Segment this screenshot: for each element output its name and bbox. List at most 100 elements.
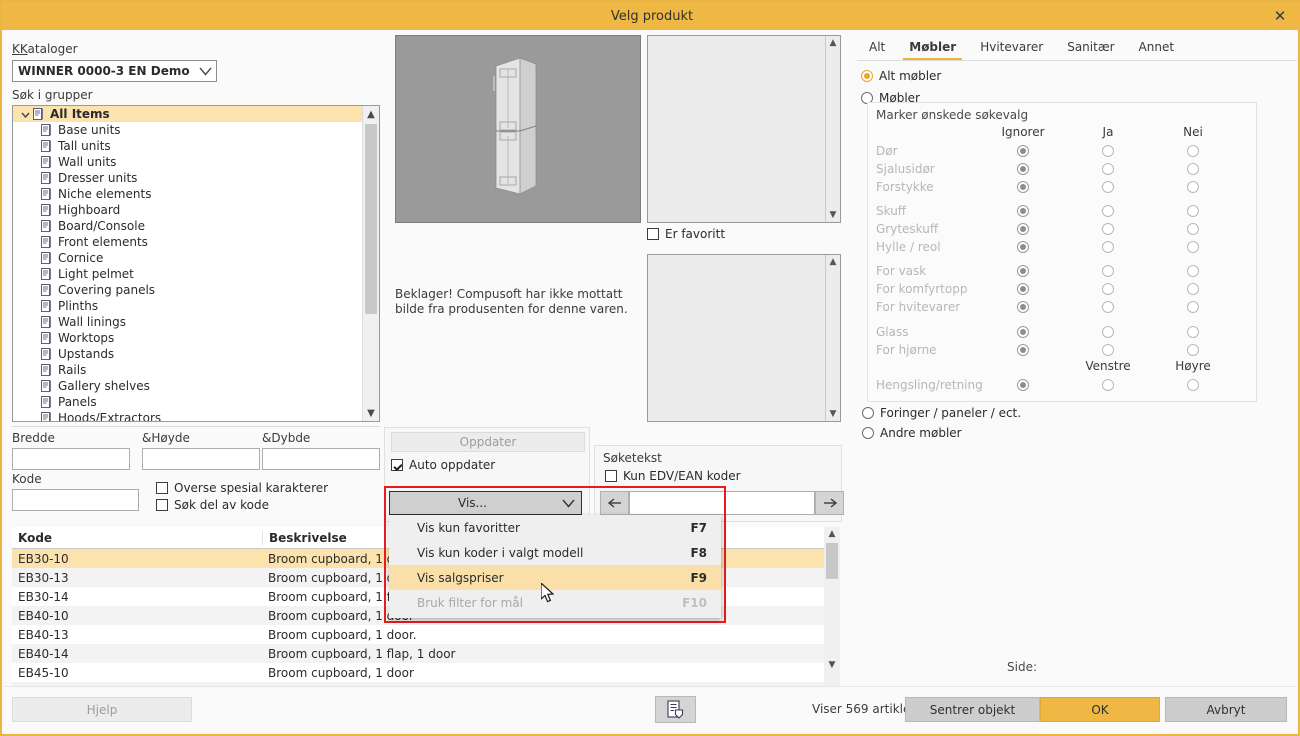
tree-item[interactable]: Wall linings (13, 314, 363, 330)
criteria-radio-nei[interactable] (1187, 326, 1199, 338)
criteria-radio-ignorer[interactable] (1017, 163, 1029, 175)
tree-item[interactable]: Rails (13, 362, 363, 378)
is-favourite-checkbox[interactable]: Er favoritt (647, 227, 725, 241)
ok-button[interactable]: OK (1040, 697, 1160, 722)
partial-code-search-checkbox[interactable]: Søk del av kode (156, 498, 328, 512)
criteria-radio-ignorer[interactable] (1017, 265, 1029, 277)
radio-linings[interactable]: Foringer / paneler / ect. (862, 406, 1021, 420)
scroll-down-icon[interactable]: ▼ (363, 405, 379, 421)
auto-update-checkbox[interactable]: Auto oppdater (391, 458, 495, 472)
criteria-radio-ignorer[interactable] (1017, 283, 1029, 295)
tab-annet[interactable]: Annet (1127, 38, 1187, 60)
criteria-radio-ignorer[interactable] (1017, 344, 1029, 356)
hinge-radio[interactable] (1102, 379, 1114, 391)
hinge-radio[interactable] (1017, 379, 1029, 391)
criteria-radio-ja[interactable] (1102, 344, 1114, 356)
criteria-radio-ja[interactable] (1102, 301, 1114, 313)
criteria-radio-ja[interactable] (1102, 283, 1114, 295)
tree-item[interactable]: Upstands (13, 346, 363, 362)
criteria-radio-ja[interactable] (1102, 205, 1114, 217)
radio-all-furniture[interactable]: Alt møbler (861, 69, 1297, 83)
scroll-up-icon[interactable]: ▲ (363, 106, 379, 122)
edv-ean-only-checkbox[interactable]: Kun EDV/EAN koder (605, 469, 741, 483)
ignore-special-chars-checkbox[interactable]: Overse spesial karakterer (156, 481, 328, 495)
property-list-top[interactable]: ▲ ▼ (647, 35, 841, 223)
close-icon[interactable]: ✕ (1258, 2, 1300, 30)
property-list-top-scrollbar[interactable]: ▲ ▼ (825, 36, 840, 222)
tree-item[interactable]: Covering panels (13, 282, 363, 298)
scroll-down-icon[interactable]: ▼ (824, 660, 840, 670)
criteria-radio-nei[interactable] (1187, 223, 1199, 235)
criteria-radio-ja[interactable] (1102, 265, 1114, 277)
help-button[interactable]: Hjelp (12, 697, 192, 722)
scroll-up-icon[interactable]: ▲ (824, 527, 840, 541)
search-prev-button[interactable] (600, 491, 629, 515)
tree-item[interactable]: Plinths (13, 298, 363, 314)
scroll-down-icon[interactable]: ▼ (826, 407, 840, 421)
criteria-radio-ja[interactable] (1102, 145, 1114, 157)
table-row[interactable]: EB45-10 Broom cupboard, 1 door (12, 663, 840, 682)
tree-item[interactable]: Gallery shelves (13, 378, 363, 394)
criteria-radio-ja[interactable] (1102, 181, 1114, 193)
criteria-radio-nei[interactable] (1187, 265, 1199, 277)
criteria-radio-nei[interactable] (1187, 145, 1199, 157)
catalog-select[interactable]: WINNER 0000-3 EN Demo (12, 60, 217, 82)
property-list-bottom-scrollbar[interactable]: ▲ ▼ (825, 255, 840, 421)
width-input[interactable] (12, 448, 130, 470)
update-button[interactable]: Oppdater (391, 432, 585, 452)
scrollbar-thumb[interactable] (826, 543, 838, 579)
search-next-button[interactable] (815, 491, 844, 515)
tree-item[interactable]: Front elements (13, 234, 363, 250)
tree-item[interactable]: Board/Console (13, 218, 363, 234)
table-row[interactable]: EB40-13 Broom cupboard, 1 door. (12, 625, 840, 644)
criteria-radio-ignorer[interactable] (1017, 223, 1029, 235)
tree-item[interactable]: Wall units (13, 154, 363, 170)
criteria-radio-ja[interactable] (1102, 223, 1114, 235)
cancel-button[interactable]: Avbryt (1165, 697, 1287, 722)
criteria-radio-ignorer[interactable] (1017, 145, 1029, 157)
tab-alt[interactable]: Alt (857, 38, 897, 60)
criteria-radio-nei[interactable] (1187, 241, 1199, 253)
center-object-button[interactable]: Sentrer objekt (905, 697, 1040, 722)
menu-item[interactable]: Vis kun favoritter F7 (389, 515, 721, 540)
tab-møbler[interactable]: Møbler (897, 38, 968, 60)
product-preview[interactable] (395, 35, 641, 223)
criteria-radio-nei[interactable] (1187, 344, 1199, 356)
criteria-radio-ignorer[interactable] (1017, 205, 1029, 217)
criteria-radio-nei[interactable] (1187, 205, 1199, 217)
tree-item[interactable]: Dresser units (13, 170, 363, 186)
criteria-radio-nei[interactable] (1187, 283, 1199, 295)
radio-other-furniture[interactable]: Andre møbler (862, 426, 962, 440)
table-row[interactable]: EB40-14 Broom cupboard, 1 flap, 1 door (12, 644, 840, 663)
search-input[interactable] (629, 491, 815, 515)
tree-item[interactable]: Cornice (13, 250, 363, 266)
scroll-up-icon[interactable]: ▲ (826, 36, 840, 50)
tree-item[interactable]: Worktops (13, 330, 363, 346)
criteria-radio-nei[interactable] (1187, 181, 1199, 193)
criteria-radio-ja[interactable] (1102, 163, 1114, 175)
criteria-radio-ignorer[interactable] (1017, 181, 1029, 193)
height-input[interactable] (142, 448, 260, 470)
tree-item[interactable]: Base units (13, 122, 363, 138)
scrollbar-thumb[interactable] (365, 124, 377, 314)
scroll-down-icon[interactable]: ▼ (826, 208, 840, 222)
tree-item[interactable]: Light pelmet (13, 266, 363, 282)
code-input[interactable] (12, 489, 139, 511)
criteria-radio-nei[interactable] (1187, 163, 1199, 175)
criteria-radio-ignorer[interactable] (1017, 301, 1029, 313)
tab-sanitær[interactable]: Sanitær (1055, 38, 1126, 60)
criteria-radio-ignorer[interactable] (1017, 241, 1029, 253)
tree-item[interactable]: Highboard (13, 202, 363, 218)
menu-item[interactable]: Vis kun koder i valgt modell F8 (389, 540, 721, 565)
property-list-bottom[interactable]: ▲ ▼ (647, 254, 841, 422)
criteria-radio-ja[interactable] (1102, 326, 1114, 338)
category-tabs[interactable]: Alt Møbler Hvitevarer Sanitær Annet (857, 32, 1297, 61)
table-scrollbar[interactable]: ▲ ▼ (824, 527, 840, 686)
tab-hvitevarer[interactable]: Hvitevarer (968, 38, 1055, 60)
hinge-radio[interactable] (1187, 379, 1199, 391)
tree-item[interactable]: All Items (13, 106, 363, 122)
tree-item[interactable]: Panels (13, 394, 363, 410)
criteria-radio-ignorer[interactable] (1017, 326, 1029, 338)
vis-dropdown-button[interactable]: Vis... (389, 491, 582, 515)
tree-item[interactable]: Tall units (13, 138, 363, 154)
